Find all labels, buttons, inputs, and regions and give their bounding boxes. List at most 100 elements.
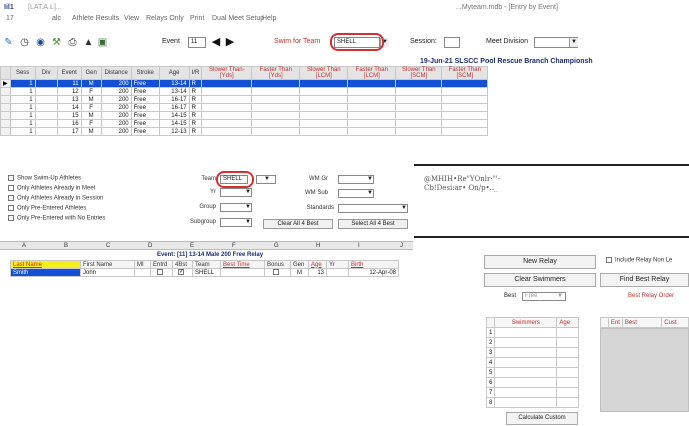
event-input[interactable]: 11 [188, 37, 206, 48]
cell-faster-scm[interactable] [441, 87, 489, 96]
checkbox-box[interactable] [606, 257, 612, 263]
cell-ir[interactable]: R [188, 127, 203, 136]
cell-ir[interactable]: R [188, 119, 203, 128]
cell-age[interactable]: 12-13 [158, 127, 190, 136]
cell-distance[interactable]: 200 [100, 95, 132, 104]
yr-select[interactable]: ▼ [220, 188, 252, 197]
column-header[interactable]: I/R [188, 66, 203, 80]
cell-age[interactable]: 16-17 [158, 95, 190, 104]
cell-distance[interactable]: 200 [100, 79, 132, 88]
column-header[interactable]: Gen [290, 260, 309, 269]
cell-best-time[interactable] [220, 268, 265, 277]
prev-event-icon[interactable]: ◀ [210, 36, 222, 48]
age-slot[interactable] [556, 377, 580, 388]
calculate-custom-button[interactable]: Calculate Custom [506, 412, 578, 425]
column-header[interactable]: Swimmers [494, 317, 558, 328]
age-slot[interactable] [556, 327, 580, 338]
column-header[interactable]: Birth [348, 260, 399, 269]
cell-faster-yds[interactable] [251, 79, 301, 88]
wm-sub-select[interactable]: ▼ [338, 189, 374, 198]
list-item[interactable]: 7 [485, 387, 580, 398]
cell-slower-yds[interactable] [201, 103, 253, 112]
folder-icon[interactable]: ▣ [96, 36, 109, 49]
include-relay-checkbox[interactable]: Include Relay Non Le [606, 257, 672, 264]
cell-sess[interactable]: 1 [9, 111, 36, 120]
swimmer-slot[interactable] [494, 327, 558, 338]
cell-faster-yds[interactable] [251, 111, 301, 120]
column-header[interactable]: Bonus [264, 260, 291, 269]
cell-team[interactable]: SHELL [192, 268, 221, 277]
checkbox-box[interactable] [8, 205, 14, 211]
table-row[interactable]: 1 12 F 200 Free 13-14 R [0, 87, 489, 96]
cell-event[interactable]: 13 [56, 95, 82, 104]
cell-distance[interactable]: 200 [100, 87, 132, 96]
cell-distance[interactable]: 200 [100, 111, 132, 120]
clear-all-4-best-button[interactable]: Clear All 4 Best [263, 219, 333, 229]
menu-help[interactable]: Help [262, 15, 276, 22]
checkbox-box[interactable] [273, 269, 279, 276]
cell-div[interactable] [34, 79, 58, 88]
cell-faster-yds[interactable] [251, 95, 301, 104]
cell-ir[interactable]: R [188, 79, 203, 88]
table-row[interactable]: 1 15 M 200 Free 14-15 R [0, 111, 489, 120]
column-header[interactable]: Faster Than [Yds] [251, 66, 301, 80]
column-header[interactable]: Slower Than [LCM] [299, 66, 349, 80]
cell-slower-scm[interactable] [395, 119, 443, 128]
column-header[interactable]: Last Name [10, 260, 81, 269]
cell-stroke[interactable]: Free [130, 127, 160, 136]
cell-event[interactable]: 11 [56, 79, 82, 88]
cell-event[interactable]: 12 [56, 87, 82, 96]
column-header[interactable]: Sess [9, 66, 36, 80]
swimmer-slot[interactable] [494, 377, 558, 388]
age-slot[interactable] [556, 387, 580, 398]
column-header[interactable]: Gen [80, 66, 102, 80]
column-header[interactable]: Ent [607, 317, 623, 328]
cell-slower-lcm[interactable] [299, 87, 349, 96]
cell-gen[interactable]: M [80, 79, 102, 88]
column-header[interactable]: Slower Than-[Yds] [201, 66, 253, 80]
age-slot[interactable] [556, 337, 580, 348]
column-header[interactable]: Team [192, 260, 221, 269]
list-item[interactable]: 4 [485, 357, 580, 368]
checkbox-box[interactable] [8, 185, 14, 191]
print-icon[interactable]: ⎙ [66, 36, 79, 49]
cell-faster-lcm[interactable] [347, 79, 397, 88]
cell-sess[interactable]: 1 [9, 87, 36, 96]
cell-birth[interactable]: 12-Apr-08 [348, 268, 399, 277]
cell-div[interactable] [34, 111, 58, 120]
table-row[interactable]: 1 13 M 200 Free 16-17 R [0, 95, 489, 104]
bonus-checkbox[interactable] [264, 268, 291, 277]
table-row[interactable]: 1 17 M 200 Free 12-13 R [0, 127, 489, 136]
menu-relays-only[interactable]: Relays Only [146, 15, 184, 22]
menu-athlete-results[interactable]: Athlete Results [72, 15, 119, 22]
column-header[interactable]: Age [158, 66, 190, 80]
menu-dual-meet-setup[interactable]: Dual Meet Setup [212, 15, 264, 22]
checkbox-box[interactable] [8, 175, 14, 181]
cell-faster-lcm[interactable] [347, 111, 397, 120]
cell-gen[interactable]: F [80, 119, 102, 128]
age-slot[interactable] [556, 357, 580, 368]
column-header[interactable]: Best [621, 317, 663, 328]
cell-stroke[interactable]: Free [130, 79, 160, 88]
swimmer-slot[interactable] [494, 337, 558, 348]
cell-slower-yds[interactable] [201, 119, 253, 128]
cell-slower-yds[interactable] [201, 95, 253, 104]
cell-faster-lcm[interactable] [347, 103, 397, 112]
cell-slower-yds[interactable] [201, 127, 253, 136]
cell-ir[interactable]: R [188, 111, 203, 120]
cell-slower-lcm[interactable] [299, 79, 349, 88]
table-row[interactable]: 1 14 F 200 Free 16-17 R [0, 103, 489, 112]
cell-last-name[interactable]: Smith [10, 268, 81, 277]
cell-gen[interactable]: M [80, 95, 102, 104]
column-header[interactable]: Distance [100, 66, 132, 80]
edit-icon[interactable]: ✎ [2, 36, 15, 49]
cell-div[interactable] [34, 95, 58, 104]
swimmer-slot[interactable] [494, 367, 558, 378]
cell-faster-scm[interactable] [441, 119, 489, 128]
column-header[interactable]: Slower Than [SCM] [395, 66, 443, 80]
session-input[interactable] [444, 37, 460, 48]
cell-slower-scm[interactable] [395, 127, 443, 136]
list-item[interactable]: 5 [485, 367, 580, 378]
column-header[interactable]: Event [56, 66, 82, 80]
column-header[interactable]: Cust [661, 317, 689, 328]
